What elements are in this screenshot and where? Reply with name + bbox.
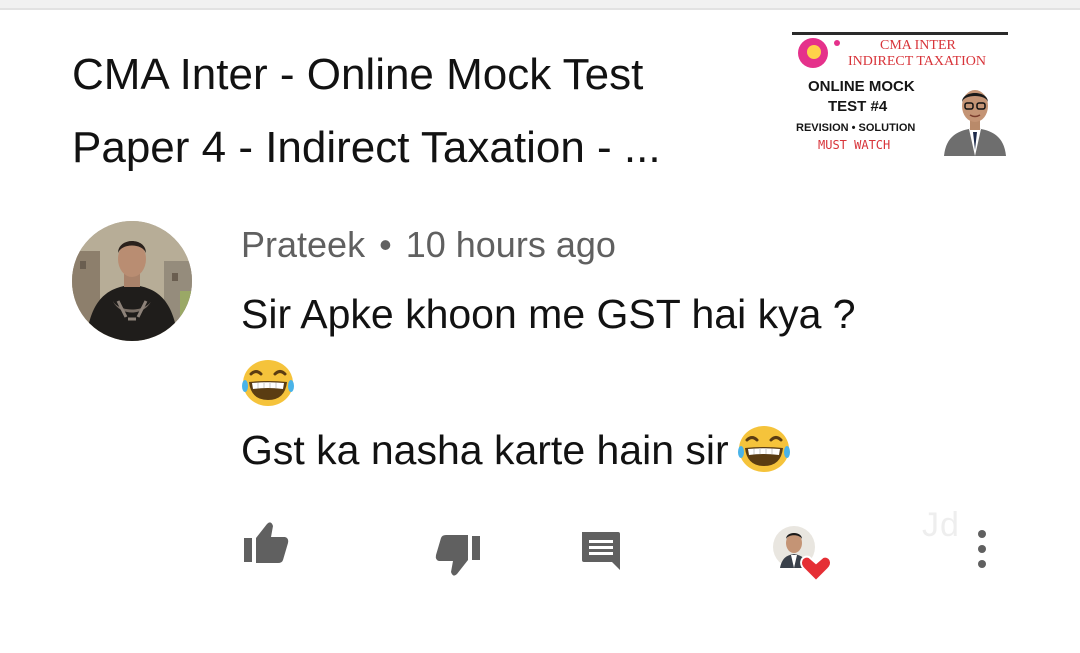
comment-text-line-3: Gst ka nasha karte hain sir xyxy=(241,427,729,473)
avatar-image xyxy=(72,221,192,341)
video-title-line-2: Paper 4 - Indirect Taxation - ... xyxy=(72,123,661,172)
thumbs-down-icon[interactable] xyxy=(435,534,481,578)
video-title-line-1: CMA Inter - Online Mock Test xyxy=(72,50,644,99)
laughing-face-icon xyxy=(737,426,790,473)
thumbnail-header-2: INDIRECT TAXATION xyxy=(848,54,986,69)
creator-heart-icon xyxy=(773,526,832,583)
video-title[interactable]: CMA Inter - Online Mock Test Paper 4 - I… xyxy=(72,38,732,184)
thumbnail-mock-1: ONLINE MOCK xyxy=(808,78,915,95)
watermark: Jd xyxy=(922,506,960,544)
comment-icon[interactable] xyxy=(580,530,622,572)
comment-timestamp: 10 hours ago xyxy=(405,224,616,265)
comment-meta: Prateek • 10 hours ago xyxy=(241,224,616,266)
commenter-avatar[interactable] xyxy=(72,221,192,341)
top-divider xyxy=(0,0,1080,10)
video-thumbnail[interactable]: CMA INTER INDIRECT TAXATION ONLINE MOCK … xyxy=(792,32,1008,156)
thumbnail-top-bar xyxy=(792,32,1008,35)
thumbnail-subline: REVISION • SOLUTION xyxy=(796,122,916,134)
thumbnail-cta: MUST WATCH xyxy=(818,138,891,152)
more-vert-icon[interactable] xyxy=(974,528,990,572)
comment-reply-line: Gst ka nasha karte hain sir xyxy=(241,426,791,478)
laughing-face-icon xyxy=(242,360,294,406)
presenter-image xyxy=(944,90,1006,156)
thumbnail-dot xyxy=(834,40,840,46)
thumbnail-header-1: CMA INTER xyxy=(880,38,956,53)
comment-text-line-1: Sir Apke khoon me GST hai kya ? xyxy=(241,291,856,337)
thumbnail-mock-2: TEST #4 xyxy=(828,98,888,115)
thumbnail-logo xyxy=(798,38,828,68)
thumbs-up-icon[interactable] xyxy=(243,520,289,564)
meta-separator: • xyxy=(379,224,392,265)
comment-author[interactable]: Prateek xyxy=(241,224,365,265)
